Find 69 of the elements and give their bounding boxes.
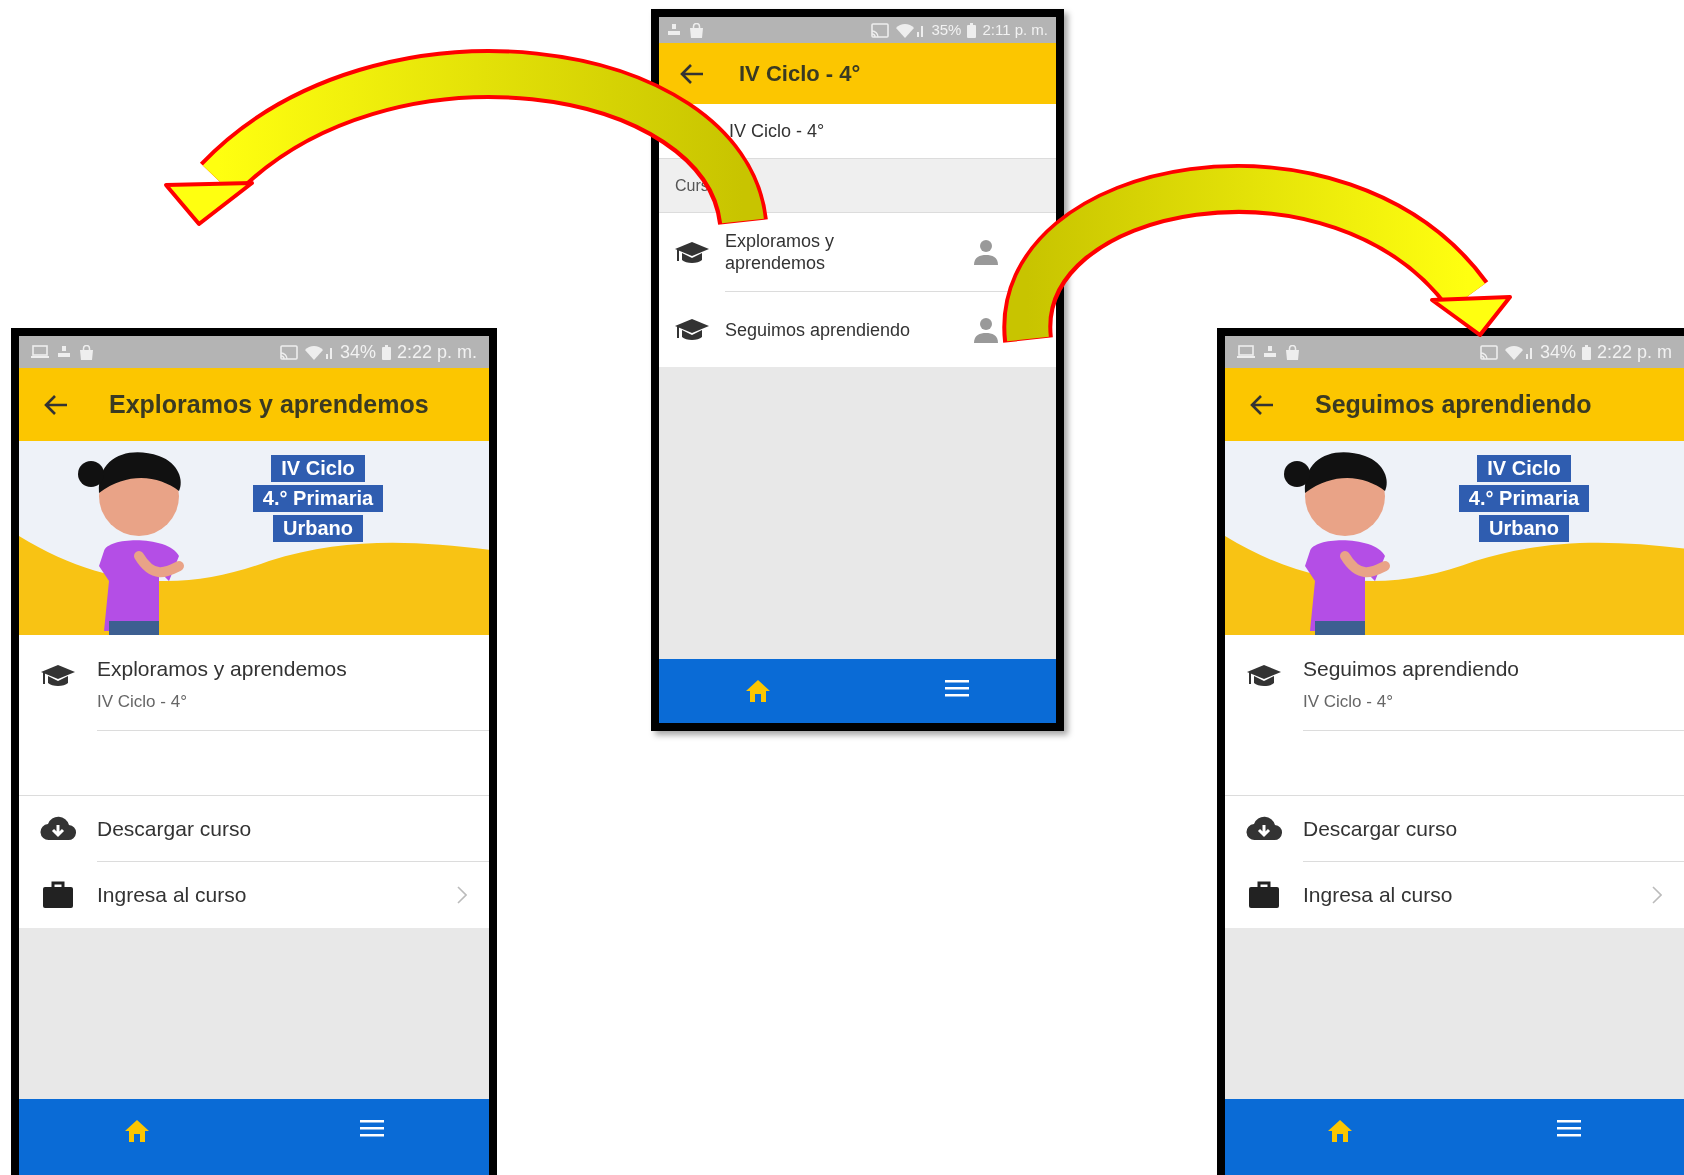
shopping-bag-icon [689, 22, 704, 38]
grade-label: 4.° Primaria [252, 485, 384, 512]
course-subtitle: IV Ciclo - 4° [1303, 690, 1394, 713]
battery-percentage: 34% [339, 340, 376, 364]
laptop-icon [1237, 345, 1255, 359]
wifi-signal-icon [895, 22, 926, 38]
shopping-bag-icon [1285, 344, 1300, 360]
laptop-icon [31, 345, 49, 359]
download-course-button[interactable]: Descargar curso [1225, 796, 1684, 862]
back-button[interactable] [1249, 393, 1275, 416]
subtitle-text: IV Ciclo - 4° [729, 119, 825, 143]
download-course-button[interactable]: Descargar curso [19, 796, 489, 862]
course-title: Seguimos aprendiendo [725, 318, 912, 341]
grade-label: Urbano [1479, 515, 1569, 542]
course-title: Exploramos y aprendemos [725, 230, 836, 274]
chevron-right-icon [1652, 886, 1662, 904]
clock-time: 2:22 p. m. [396, 340, 477, 364]
cast-icon [279, 344, 298, 360]
battery-icon [381, 344, 391, 360]
usb-icon [57, 345, 71, 359]
wifi-signal-icon [1503, 344, 1534, 360]
usb-icon [1263, 345, 1277, 359]
menu-icon[interactable] [944, 679, 969, 697]
cloud-download-icon [40, 816, 76, 842]
home-icon[interactable] [1326, 1119, 1353, 1143]
graduation-cap-icon [40, 663, 76, 689]
course-title: Exploramos y aprendemos [97, 656, 348, 682]
menu-icon[interactable] [359, 1119, 384, 1137]
screen-title: IV Ciclo - 4° [739, 60, 861, 88]
grade-label: IV Ciclo [271, 455, 365, 482]
back-button[interactable] [43, 393, 69, 416]
grade-label: IV Ciclo [1477, 455, 1571, 482]
briefcase-icon [42, 881, 74, 909]
course-title: Seguimos aprendiendo [1303, 656, 1520, 682]
usb-icon [667, 23, 681, 37]
graduation-cap-icon [674, 239, 710, 266]
menu-icon[interactable] [1557, 1119, 1582, 1137]
home-icon[interactable] [745, 679, 772, 703]
grade-label: Urbano [273, 515, 363, 542]
chevron-right-icon [457, 886, 467, 904]
back-arrow-icon [1249, 393, 1275, 416]
home-icon[interactable] [123, 1119, 150, 1143]
graduation-cap-icon [674, 316, 710, 343]
graduation-cap-icon [1246, 663, 1282, 689]
battery-percentage: 34% [1539, 340, 1576, 364]
briefcase-icon [1248, 881, 1280, 909]
wifi-signal-icon [303, 344, 334, 360]
back-button[interactable] [679, 62, 705, 85]
clock-time: 2:11 p. m. [982, 19, 1048, 40]
enter-course-button[interactable]: Ingresa al curso [1225, 862, 1684, 928]
course-list-item[interactable]: Seguimos aprendiendo [659, 292, 1056, 367]
grade-label: 4.° Primaria [1458, 485, 1590, 512]
battery-icon [1581, 344, 1591, 360]
battery-percentage: 35% [931, 19, 962, 40]
enter-course-button[interactable]: Ingresa al curso [19, 862, 489, 928]
course-list-item[interactable]: Exploramos y aprendemos [659, 213, 1056, 292]
screen-title: Exploramos y aprendemos [109, 388, 429, 420]
screen-title: Seguimos aprendiendo [1315, 388, 1592, 420]
person-icon [972, 238, 1000, 266]
course-subtitle: IV Ciclo - 4° [97, 690, 188, 713]
cast-icon [1479, 344, 1498, 360]
cast-icon [871, 22, 890, 38]
back-arrow-icon [43, 393, 69, 416]
cloud-download-icon [1246, 816, 1282, 842]
person-icon [972, 315, 1000, 344]
clock-time: 2:22 p. m [1596, 340, 1672, 364]
battery-icon [967, 22, 977, 38]
shopping-bag-icon [79, 344, 94, 360]
back-arrow-icon [679, 62, 705, 85]
